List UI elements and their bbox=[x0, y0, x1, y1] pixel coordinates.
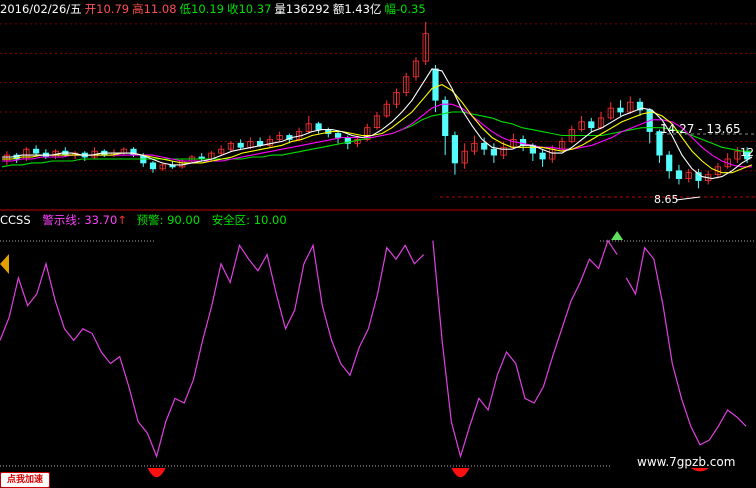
quote-header: 2016/02/26/五 开10.79 高11.08 低10.19 收10.37 量136… bbox=[0, 1, 429, 17]
candle-body bbox=[481, 142, 488, 150]
header-amount-label: 额 bbox=[332, 2, 345, 16]
header-low-label: 低 bbox=[179, 2, 192, 16]
safe-zone-label: 安全区: 10.00 bbox=[211, 213, 287, 227]
stock-chart bbox=[0, 21, 756, 478]
header-change-value: -0.35 bbox=[395, 2, 426, 16]
safe-zone-signal bbox=[451, 468, 470, 478]
indicator-header: CCSS 警示线: 33.70↑ 预警: 90.00 安全区: 10.00 bbox=[0, 212, 295, 228]
candle-body bbox=[490, 148, 498, 156]
candle-body bbox=[237, 142, 244, 148]
candle-body bbox=[588, 121, 595, 129]
candle-body bbox=[315, 123, 322, 131]
header-volume-label: 量 bbox=[274, 2, 286, 16]
low-price-label: 8.65 bbox=[654, 193, 679, 206]
header-open-value: 10.79 bbox=[96, 2, 130, 16]
ccss-line bbox=[625, 246, 747, 446]
warn-line-label: 警示线: 33.70↑ bbox=[42, 213, 127, 227]
header-close-value: 10.37 bbox=[238, 2, 272, 16]
range-label: 14.27 - 13.65 bbox=[660, 122, 741, 136]
speed-up-button[interactable]: 点我加速 bbox=[0, 472, 50, 488]
header-change-label: 幅 bbox=[384, 2, 396, 16]
candle-body bbox=[334, 133, 342, 138]
header-open-label: 开 bbox=[84, 2, 97, 16]
candle-body bbox=[256, 140, 264, 146]
right-price-label: 12 bbox=[740, 146, 754, 159]
ccss-line bbox=[0, 243, 425, 459]
header-date: 2016/02/26/五 bbox=[0, 2, 82, 16]
alert-signal bbox=[611, 231, 624, 240]
candle-body bbox=[675, 170, 683, 180]
candle-body bbox=[617, 107, 624, 113]
indicator-name: CCSS bbox=[0, 213, 31, 227]
candle-body bbox=[442, 99, 449, 137]
header-amount-value: 1.43亿 bbox=[344, 2, 382, 16]
candle-body bbox=[149, 162, 157, 170]
price-gridlines bbox=[0, 23, 756, 172]
candle-body bbox=[33, 148, 40, 154]
candlestick-series bbox=[3, 21, 751, 189]
safe-zone-signal bbox=[147, 468, 166, 478]
header-volume-value: 136292 bbox=[285, 2, 330, 16]
alert-label: 预警: 90.00 bbox=[136, 213, 201, 227]
header-high-value: 11.08 bbox=[143, 2, 177, 16]
ccss-indicator bbox=[0, 231, 747, 478]
watermark: www.7gpzb.com bbox=[637, 455, 736, 469]
candle-body bbox=[432, 68, 439, 101]
candle-body bbox=[666, 154, 673, 172]
header-low-value: 10.19 bbox=[191, 2, 224, 16]
candle-body bbox=[539, 152, 546, 160]
ccss-line bbox=[432, 239, 618, 459]
candle-body bbox=[451, 135, 459, 164]
header-high-label: 高 bbox=[132, 2, 144, 16]
header-close-label: 收 bbox=[226, 2, 239, 16]
